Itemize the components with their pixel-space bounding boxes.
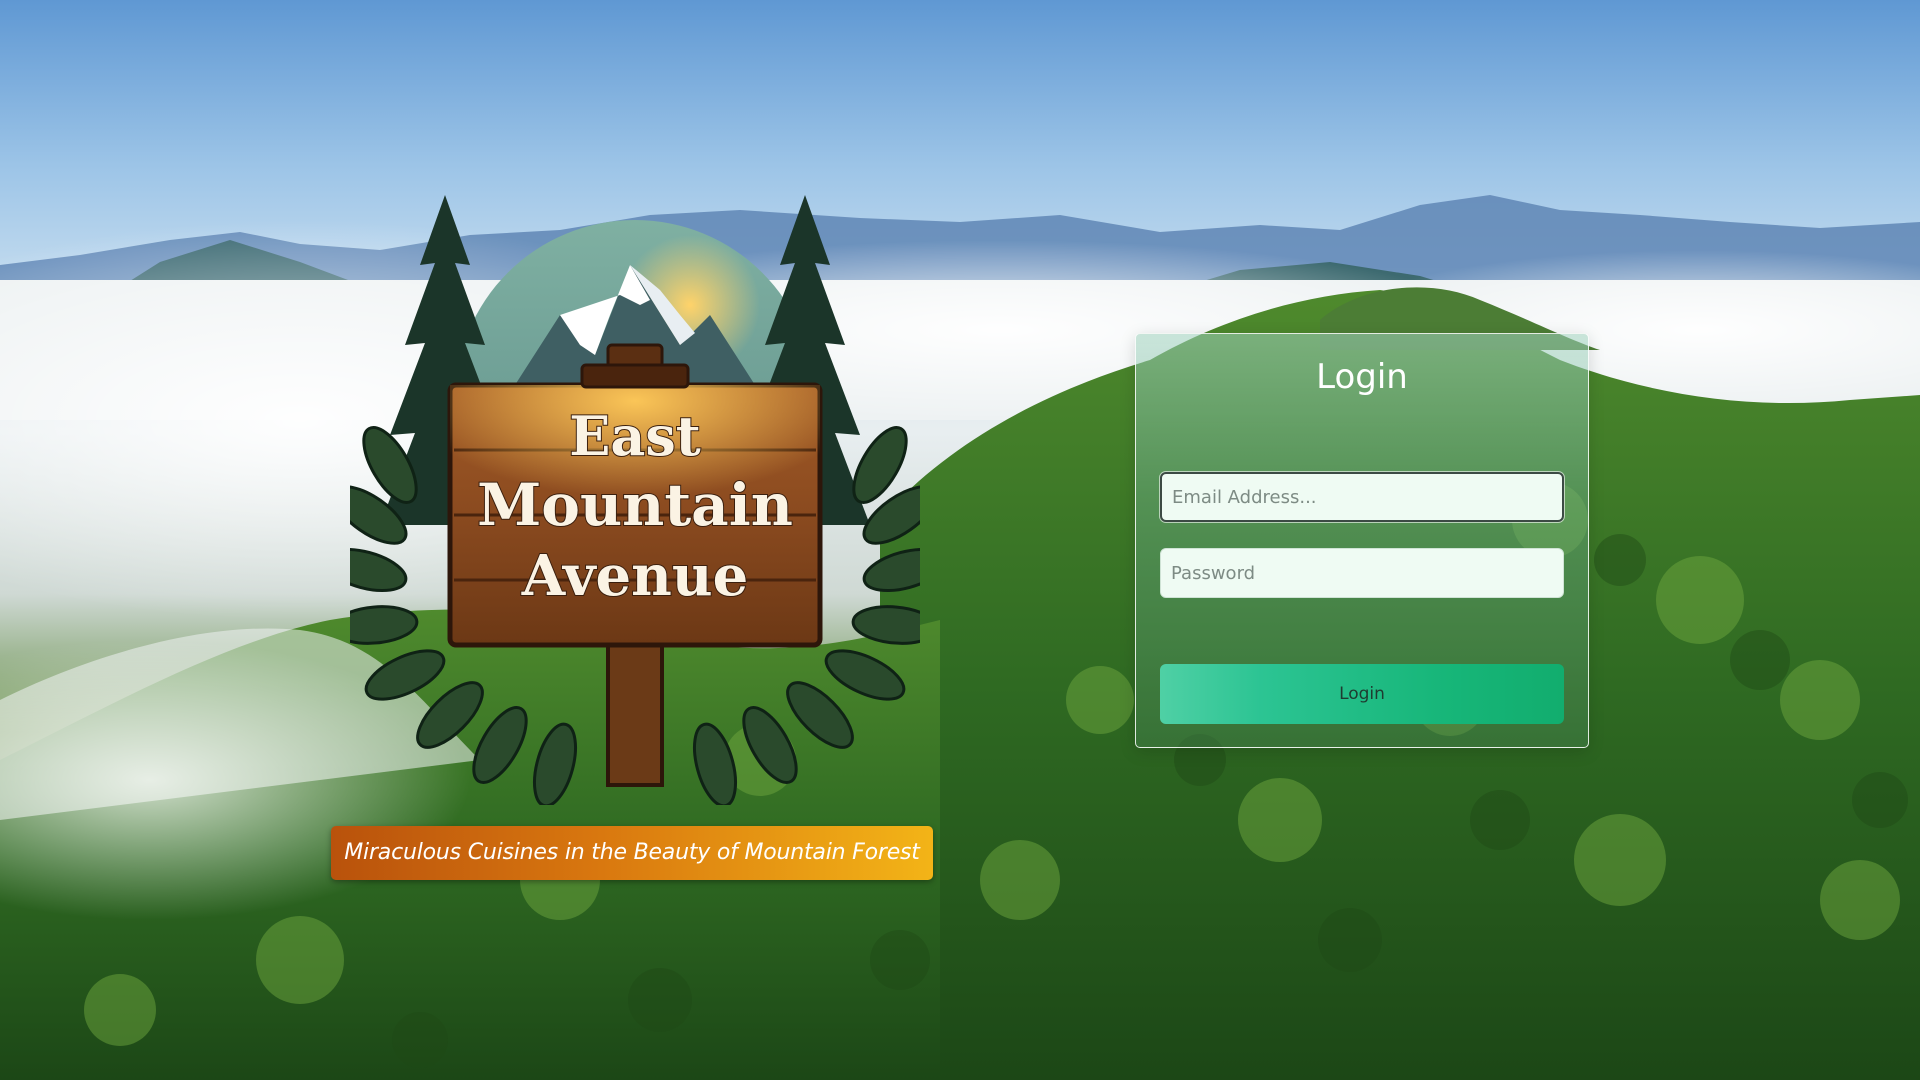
- east-mountain-avenue-logo: East Mountain Avenue: [350, 195, 920, 805]
- logo-text-line1: East: [569, 404, 701, 468]
- login-form: Login Login: [1135, 333, 1589, 748]
- email-input[interactable]: [1160, 472, 1564, 522]
- login-button[interactable]: Login: [1160, 664, 1564, 724]
- password-input[interactable]: [1160, 548, 1564, 598]
- mountain-forest-backdrop: [0, 0, 1920, 1080]
- page-background: East Mountain Avenue Miraculous Cuisines…: [0, 0, 1920, 1080]
- tagline-banner: Miraculous Cuisines in the Beauty of Mou…: [331, 826, 933, 880]
- login-title: Login: [1316, 357, 1408, 397]
- logo-text-line3: Avenue: [521, 543, 748, 609]
- logo-text-line2: Mountain: [477, 471, 793, 539]
